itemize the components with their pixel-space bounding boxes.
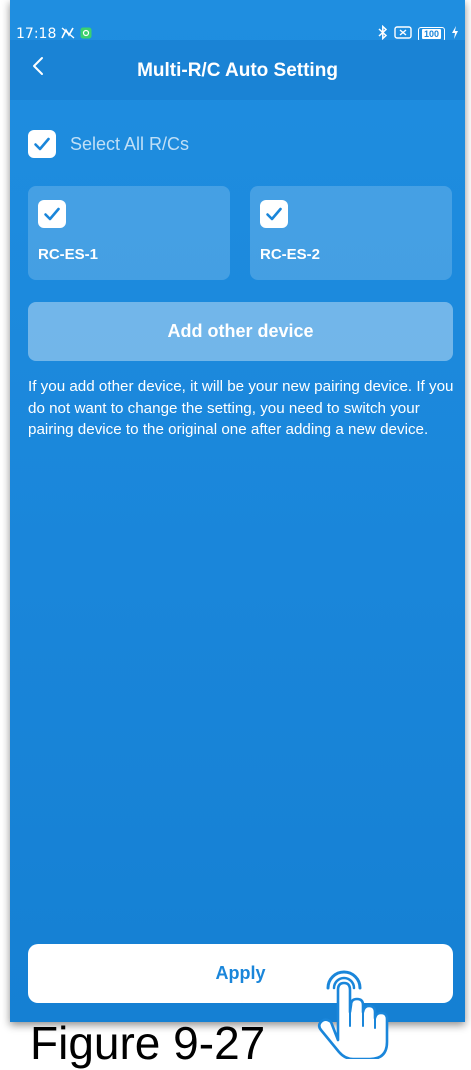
app-header: Multi-R/C Auto Setting: [10, 40, 465, 100]
select-all-label: Select All R/Cs: [70, 133, 190, 154]
rc-2-label: RC-ES-2: [260, 246, 321, 263]
rc-card-1[interactable]: RC-ES-1: [28, 186, 230, 280]
battery-level: 100: [421, 28, 441, 39]
figure-caption: Figure 9-27: [30, 1017, 266, 1069]
rc-2-check-icon: [260, 200, 288, 228]
pointing-hand-icon: [305, 960, 405, 1061]
add-other-device-button[interactable]: Add other device: [28, 302, 453, 361]
phone-screen: 17:18 100 Multi-R/C Auto Setting Select …: [10, 0, 465, 1022]
rc-card-2[interactable]: RC-ES-2: [250, 186, 452, 280]
status-bar: 17:18 100: [10, 0, 465, 42]
rc-1-check-icon: [38, 200, 66, 228]
rc-1-label: RC-ES-1: [38, 246, 99, 263]
info-text: If you add other device, it will be your…: [28, 378, 454, 438]
page-title: Multi-R/C Auto Setting: [137, 60, 338, 81]
select-all-check-icon: [28, 130, 56, 158]
select-all-checkbox[interactable]: Select All R/Cs: [28, 129, 189, 159]
